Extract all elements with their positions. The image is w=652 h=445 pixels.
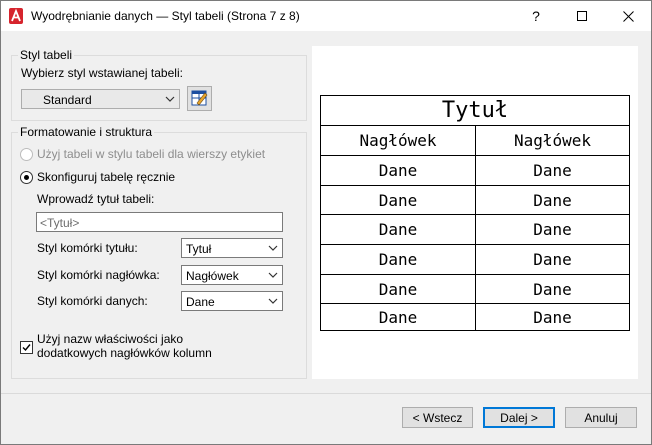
preview-data-row: Dane Dane [321, 215, 629, 245]
table-edit-icon [191, 90, 208, 106]
header-cell-style-value: Nagłówek [186, 269, 239, 283]
next-button[interactable]: Dalej > [483, 407, 555, 428]
chevron-down-icon [268, 245, 278, 251]
preview-data-cell: Dane [533, 307, 572, 327]
table-title-input[interactable]: <Tytuł> [36, 212, 283, 232]
table-preview: Tytuł Nagłówek Nagłówek Dane Dane Dane D… [312, 46, 638, 379]
use-style-radio-label: Użyj tabeli w stylu tabeli dla wierszy e… [37, 147, 266, 161]
table-style-group [11, 55, 307, 121]
preview-data-cell: Dane [321, 186, 476, 214]
preview-data-cell: Dane [321, 245, 476, 274]
preview-data-cell: Dane [321, 304, 476, 330]
table-style-value: Standard [43, 93, 92, 107]
use-style-radio[interactable] [20, 148, 33, 161]
maximize-icon [577, 11, 587, 21]
footer-divider [1, 393, 651, 394]
close-button[interactable] [605, 1, 651, 31]
title-cell-style-value: Tytuł [186, 242, 212, 256]
formatting-group-label: Formatowanie i struktura [18, 125, 155, 139]
preview-data-cell: Dane [533, 279, 572, 299]
property-names-label-line1: Użyj nazw właściwości jako [37, 332, 184, 346]
data-cell-style-dropdown[interactable]: Dane [181, 291, 283, 311]
preview-data-cell: Dane [533, 161, 572, 180]
table-style-dropdown[interactable]: Standard [21, 89, 180, 109]
data-cell-style-value: Dane [186, 295, 215, 309]
preview-data-cell: Dane [321, 275, 476, 303]
maximize-button[interactable] [559, 1, 605, 31]
chevron-down-icon [268, 298, 278, 304]
header-cell-style-dropdown[interactable]: Nagłówek [181, 265, 283, 285]
manual-config-radio-label: Skonfiguruj tabelę ręcznie [37, 170, 176, 184]
select-style-label: Wybierz styl wstawianej tabeli: [21, 66, 183, 80]
preview-data-row: Dane Dane [321, 245, 629, 275]
preview-header-cell: Nagłówek [513, 131, 592, 150]
header-cell-style-label: Styl komórki nagłówka: [37, 268, 160, 282]
autocad-app-icon [9, 8, 23, 24]
preview-table: Tytuł Nagłówek Nagłówek Dane Dane Dane D… [320, 95, 630, 331]
preview-data-cell: Dane [321, 156, 476, 185]
preview-data-cell: Dane [321, 215, 476, 244]
table-title-placeholder: <Tytuł> [40, 216, 80, 230]
preview-header-row: Nagłówek Nagłówek [321, 126, 629, 156]
preview-data-cell: Dane [533, 250, 572, 269]
close-icon [622, 10, 634, 22]
back-button[interactable]: < Wstecz [402, 407, 473, 428]
preview-data-row: Dane Dane [321, 156, 629, 186]
data-cell-style-label: Styl komórki danych: [37, 294, 148, 308]
chevron-down-icon [268, 272, 278, 278]
radio-selected-dot [24, 175, 29, 180]
property-names-label-line2: dodatkowych nagłówków kolumn [37, 346, 212, 360]
table-title-prompt: Wprowadź tytuł tabeli: [37, 192, 155, 206]
table-style-group-label: Styl tabeli [18, 48, 75, 62]
window-title: Wyodrębnianie danych — Styl tabeli (Stro… [31, 9, 300, 23]
cancel-button[interactable]: Anuluj [565, 407, 637, 428]
checkmark-icon [22, 344, 31, 352]
property-names-checkbox[interactable] [20, 341, 33, 354]
edit-table-style-button[interactable] [187, 86, 212, 111]
preview-data-row: Dane Dane [321, 186, 629, 215]
preview-data-row: Dane Dane [321, 275, 629, 304]
help-button[interactable]: ? [513, 1, 559, 31]
help-icon: ? [532, 8, 540, 24]
dialog-window: Wyodrębnianie danych — Styl tabeli (Stro… [0, 0, 652, 445]
title-cell-style-label: Styl komórki tytułu: [37, 241, 138, 255]
preview-data-cell: Dane [533, 190, 572, 210]
preview-data-cell: Dane [533, 220, 572, 239]
preview-title-row: Tytuł [321, 96, 629, 126]
preview-data-row: Dane Dane [321, 304, 629, 330]
preview-header-cell: Nagłówek [321, 126, 476, 155]
preview-title: Tytuł [441, 98, 509, 123]
chevron-down-icon [165, 96, 175, 102]
manual-config-radio[interactable] [20, 171, 33, 184]
title-bar[interactable]: Wyodrębnianie danych — Styl tabeli (Stro… [1, 1, 651, 31]
title-cell-style-dropdown[interactable]: Tytuł [181, 238, 283, 258]
